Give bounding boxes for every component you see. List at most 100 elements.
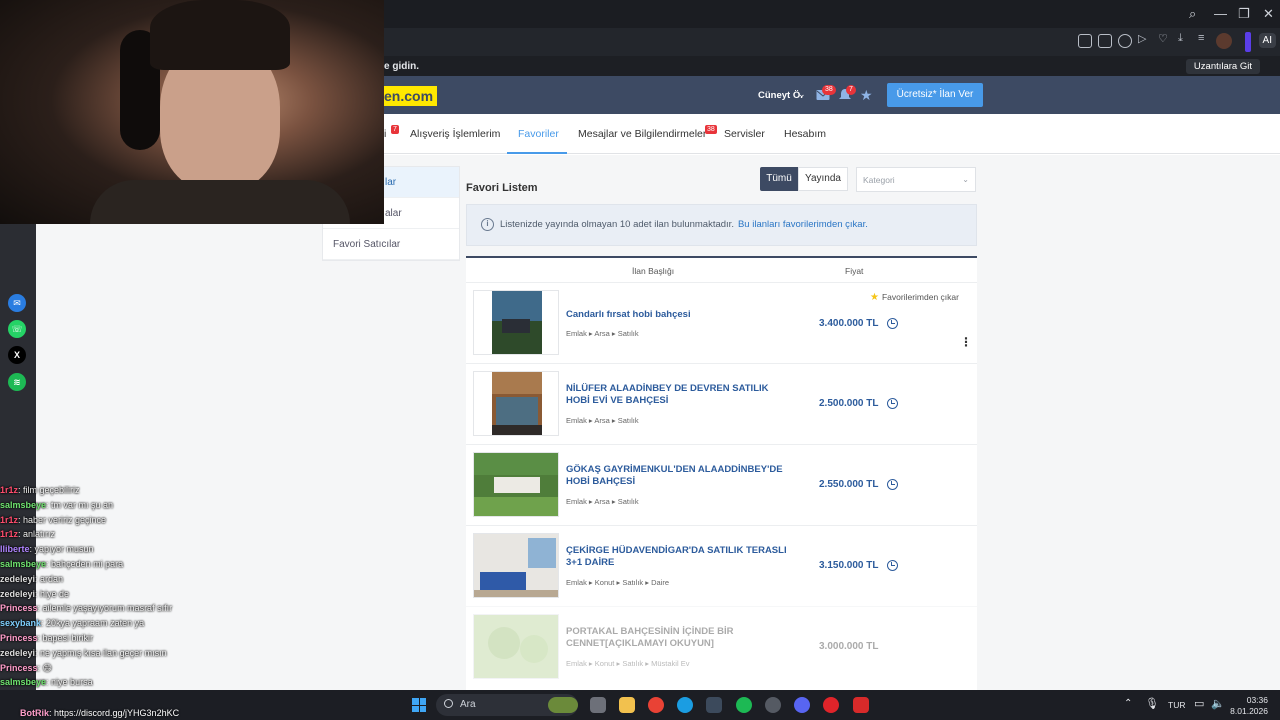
table-row[interactable]: PORTAKAL BAHÇESİNİN İÇİNDE BİR CENNET[AÇ…	[466, 606, 977, 687]
table-row[interactable]: Candarlı fırsat hobi bahçesi Emlak ▸ Ars…	[466, 282, 977, 363]
category-select[interactable]: Kategori ⌄	[856, 167, 976, 192]
listing-title[interactable]: PORTAKAL BAHÇESİNİN İÇİNDE BİR CENNET[AÇ…	[566, 626, 788, 650]
weather-widget-icon[interactable]	[548, 697, 578, 713]
heart-icon[interactable]: ♡	[1158, 32, 1172, 46]
table-row[interactable]: ÇEKİRGE HÜDAVENDİGAR'DA SATILIK TERASLI …	[466, 525, 977, 606]
user-menu[interactable]: Cüneyt Ö.	[758, 90, 803, 101]
tab-account[interactable]: Hesabım	[784, 128, 826, 140]
listing-thumbnail[interactable]	[473, 533, 559, 598]
search-icon	[444, 699, 453, 708]
chat-message: salmsbeye: bahçeden mi para	[0, 559, 300, 574]
listing-title[interactable]: Candarlı fırsat hobi bahçesi	[566, 309, 788, 321]
chat-username[interactable]: zedeleyi	[0, 574, 35, 584]
chat-username[interactable]: salmsbeye	[0, 559, 46, 569]
streamer-shirt	[90, 180, 350, 224]
listing-title[interactable]: NİLÜFER ALAADİNBEY DE DEVREN SATILIK HOB…	[566, 383, 788, 407]
listing-price: 2.500.000 TL	[819, 398, 879, 409]
file-explorer-icon[interactable]	[619, 697, 635, 713]
listing-thumbnail[interactable]	[473, 614, 559, 679]
whatsapp-icon[interactable]: ☏	[8, 320, 26, 338]
ai-button[interactable]: AI	[1258, 33, 1276, 48]
listing-thumbnail[interactable]	[473, 290, 559, 355]
edge-icon[interactable]	[677, 697, 693, 713]
discord-icon[interactable]	[794, 697, 810, 713]
shield-icon[interactable]	[1118, 34, 1132, 48]
remove-favorite-button[interactable]: ★ Favorilerimden çıkar	[870, 292, 959, 303]
clock-date[interactable]: 8.01.2026	[1230, 706, 1268, 716]
chat-username[interactable]: 1r1z	[0, 529, 18, 539]
price-history-icon[interactable]	[887, 560, 898, 571]
search-icon[interactable]: ⌕	[1189, 6, 1196, 22]
windows-start-icon[interactable]	[412, 698, 426, 712]
edit-icon[interactable]	[1078, 34, 1092, 48]
opera-icon[interactable]	[823, 697, 839, 713]
settings-icon[interactable]	[706, 697, 722, 713]
tab-shopping[interactable]: Alışveriş İşlemlerim	[410, 128, 500, 140]
volume-icon[interactable]: 🔈	[1211, 697, 1225, 710]
remove-unpublished-link[interactable]: Bu ilanları favorilerimden çıkar.	[738, 219, 868, 230]
extensions-button[interactable]: Uzantılara Git	[1185, 59, 1260, 74]
star-icon[interactable]: ★	[860, 87, 873, 104]
listing-title[interactable]: ÇEKİRGE HÜDAVENDİGAR'DA SATILIK TERASLI …	[566, 545, 788, 569]
sidebar-item-favorite-sellers[interactable]: Favori Satıcılar	[323, 229, 459, 260]
chat-message: Princess: 😄	[0, 663, 300, 678]
chat-username[interactable]: zedeleyi	[0, 648, 35, 658]
chat-discord-link[interactable]: BotRik: https://discord.gg/jYHG3n2hKC	[20, 708, 179, 718]
filter-all-button[interactable]: Tümü	[760, 167, 798, 191]
price-history-icon[interactable]	[887, 318, 898, 329]
chat-username[interactable]: 1r1z	[0, 485, 18, 495]
chat-text: : ardan	[35, 573, 64, 584]
table-row[interactable]: GÖKAŞ GAYRİMENKUL'DEN ALAADDİNBEY'DE HOB…	[466, 444, 977, 525]
tab-ilanlar[interactable]: i7	[384, 125, 399, 140]
chat-message: Princess: bapesi birikir	[0, 633, 300, 648]
price-history-icon[interactable]	[887, 398, 898, 409]
chat-username[interactable]: salmsbeye	[0, 500, 46, 510]
listing-thumbnail[interactable]	[473, 452, 559, 517]
camera-icon[interactable]	[1098, 34, 1112, 48]
chat-username[interactable]: salmsbeye	[0, 677, 46, 687]
avatar[interactable]	[1216, 33, 1232, 49]
messenger-icon[interactable]: ✉	[8, 294, 26, 312]
close-icon[interactable]: ✕	[1263, 6, 1274, 22]
chat-username[interactable]: zedeleyi	[0, 589, 35, 599]
menu-icon[interactable]: ≡	[1198, 32, 1212, 46]
listing-thumbnail[interactable]	[473, 371, 559, 436]
task-view-icon[interactable]	[590, 697, 606, 713]
network-icon[interactable]: ▭	[1194, 697, 1204, 710]
chat-username[interactable]: sexybank	[0, 618, 41, 628]
post-ad-button[interactable]: Ücretsiz* İlan Ver	[887, 83, 983, 107]
chat-text: : tm var mı şu an	[46, 499, 114, 510]
x-icon[interactable]: X	[8, 346, 26, 364]
chat-username[interactable]: lliberte	[0, 544, 30, 554]
download-icon[interactable]: ⤓	[1178, 32, 1192, 46]
maximize-icon[interactable]: ❐	[1238, 6, 1250, 22]
listing-category: Emlak ▸ Konut ▸ Satılık ▸ Müstakil Ev	[566, 659, 690, 668]
table-row[interactable]: NİLÜFER ALAADİNBEY DE DEVREN SATILIK HOB…	[466, 363, 977, 444]
spotify-icon[interactable]: ≋	[8, 373, 26, 391]
chevron-up-icon[interactable]: ⌃	[1124, 698, 1132, 709]
app-icon[interactable]	[853, 697, 869, 713]
chat-username[interactable]: Princess	[0, 633, 38, 643]
clock-time[interactable]: 03:36	[1240, 695, 1268, 705]
more-options-icon[interactable]: ⋮	[960, 336, 972, 348]
tab-services[interactable]: Servisler	[724, 128, 765, 140]
chevron-down-icon[interactable]: ⌄	[798, 89, 806, 100]
language-indicator[interactable]: TUR	[1168, 700, 1185, 710]
price-history-icon[interactable]	[887, 479, 898, 490]
tab-favorites[interactable]: Favoriler	[518, 128, 559, 140]
play-icon[interactable]: ▷	[1138, 32, 1152, 46]
chat-username[interactable]: 1r1z	[0, 515, 18, 525]
notice-banner: i Listenizde yayında olmayan 10 adet ila…	[466, 204, 977, 246]
spotify-taskbar-icon[interactable]	[736, 697, 752, 713]
minimize-icon[interactable]: —	[1214, 6, 1227, 21]
listing-title[interactable]: GÖKAŞ GAYRİMENKUL'DEN ALAADDİNBEY'DE HOB…	[566, 464, 788, 488]
filter-live-button[interactable]: Yayında	[798, 167, 848, 191]
steam-icon[interactable]	[765, 697, 781, 713]
chat-username[interactable]: Princess	[0, 603, 38, 613]
microphone-icon[interactable]: 🎙	[1145, 697, 1159, 710]
chrome-icon[interactable]	[648, 697, 664, 713]
active-tab-indicator	[507, 152, 567, 154]
chat-username[interactable]: Princess	[0, 663, 38, 673]
site-logo[interactable]: en.com	[384, 86, 438, 106]
tab-messages[interactable]: Mesajlar ve Bilgilendirmeler 38	[578, 125, 717, 140]
